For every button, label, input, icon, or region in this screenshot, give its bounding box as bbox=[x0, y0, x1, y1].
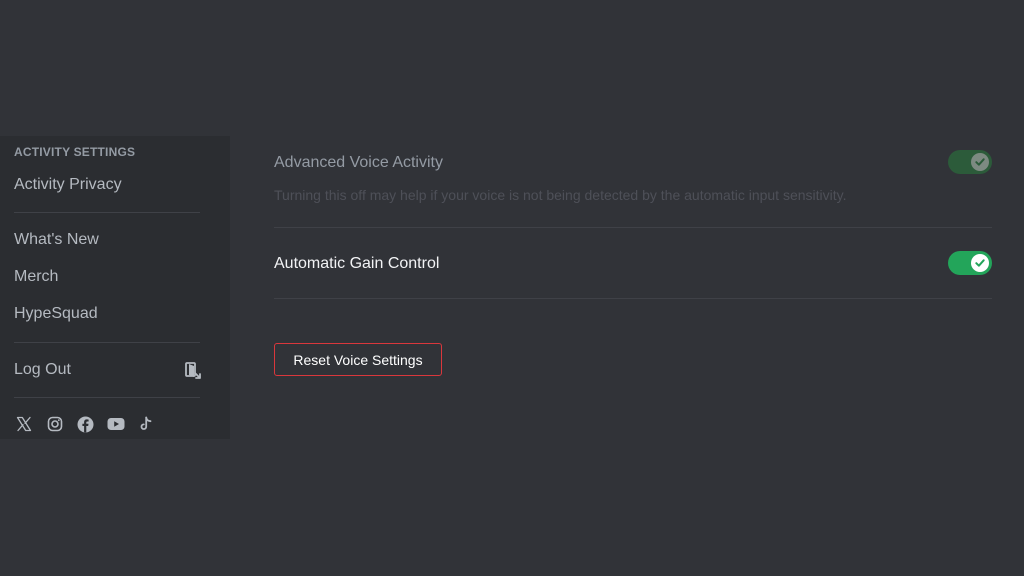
instagram-icon[interactable] bbox=[45, 414, 65, 434]
logout-icon bbox=[184, 362, 202, 380]
section-header-activity-settings: ACTIVITY SETTINGS bbox=[14, 145, 136, 159]
sidebar-divider bbox=[14, 342, 200, 343]
settings-divider bbox=[274, 298, 992, 299]
reset-voice-settings-button[interactable]: Reset Voice Settings bbox=[274, 343, 442, 376]
sidebar-item-log-out[interactable]: Log Out bbox=[14, 361, 71, 379]
check-icon bbox=[975, 158, 985, 166]
sidebar-item-hypesquad[interactable]: HypeSquad bbox=[14, 305, 98, 323]
settings-divider bbox=[274, 227, 992, 228]
advanced-voice-activity-description: Turning this off may help if your voice … bbox=[274, 187, 847, 203]
automatic-gain-control-toggle[interactable] bbox=[948, 251, 992, 275]
sidebar-item-activity-privacy[interactable]: Activity Privacy bbox=[14, 176, 122, 194]
youtube-icon[interactable] bbox=[106, 414, 126, 434]
advanced-voice-activity-toggle[interactable] bbox=[948, 150, 992, 174]
sidebar-item-whats-new[interactable]: What's New bbox=[14, 231, 99, 249]
advanced-voice-activity-title: Advanced Voice Activity bbox=[274, 154, 443, 171]
tiktok-icon[interactable] bbox=[136, 414, 156, 434]
facebook-icon[interactable] bbox=[75, 414, 95, 434]
sidebar-item-merch[interactable]: Merch bbox=[14, 268, 58, 286]
sidebar-divider bbox=[14, 397, 200, 398]
toggle-knob bbox=[971, 254, 989, 272]
social-links bbox=[14, 414, 167, 434]
check-icon bbox=[975, 259, 985, 267]
automatic-gain-control-title: Automatic Gain Control bbox=[274, 255, 440, 272]
settings-sidebar: ACTIVITY SETTINGS Activity Privacy What'… bbox=[0, 136, 230, 439]
x-icon[interactable] bbox=[14, 414, 34, 434]
sidebar-divider bbox=[14, 212, 200, 213]
toggle-knob bbox=[971, 153, 989, 171]
